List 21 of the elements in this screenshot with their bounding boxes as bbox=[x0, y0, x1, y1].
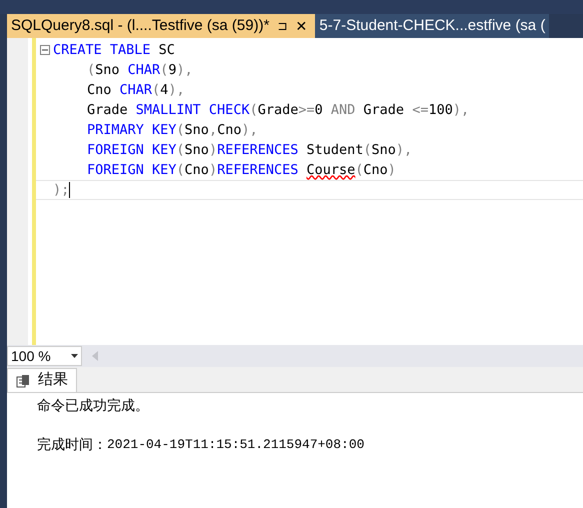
result-message: 命令已成功完成。 bbox=[37, 396, 150, 415]
caret-icon bbox=[71, 354, 78, 358]
text-cursor bbox=[69, 182, 70, 198]
code-line: Cno CHAR(4), bbox=[86, 80, 185, 100]
completion-time: 2021-04-19T11:15:51.2115947+08:00 bbox=[107, 436, 364, 454]
code-line: CREATE TABLE SC bbox=[53, 40, 175, 60]
completion-label: 完成时间： bbox=[37, 435, 107, 454]
code-line: (Sno CHAR(9), bbox=[86, 60, 193, 80]
pin-icon[interactable]: ⊐ bbox=[277, 17, 288, 35]
grid-icon bbox=[16, 374, 30, 388]
results-tab[interactable]: 结果 bbox=[7, 368, 77, 392]
document-tab[interactable]: 5-7-Student-CHECK...estfive (sa ( bbox=[315, 14, 550, 38]
close-icon[interactable]: ✕ bbox=[295, 16, 312, 36]
code-line: PRIMARY KEY(Sno,Cno), bbox=[86, 120, 258, 140]
document-tab[interactable]: SQLQuery8.sql - (l....Testfive (sa (59))* ⊐ ✕ bbox=[7, 14, 316, 38]
code-line: FOREIGN KEY(Cno)REFERENCES Course(Cno) bbox=[86, 160, 396, 180]
zoom-dropdown[interactable]: 100 % bbox=[7, 346, 82, 366]
code-line: FOREIGN KEY(Sno)REFERENCES Student(Sno), bbox=[86, 140, 412, 160]
code-line: ); bbox=[53, 180, 70, 200]
code-line: Grade SMALLINT CHECK(Grade>=0 AND Grade <=100), bbox=[86, 100, 470, 120]
collapse-icon[interactable] bbox=[40, 45, 50, 55]
